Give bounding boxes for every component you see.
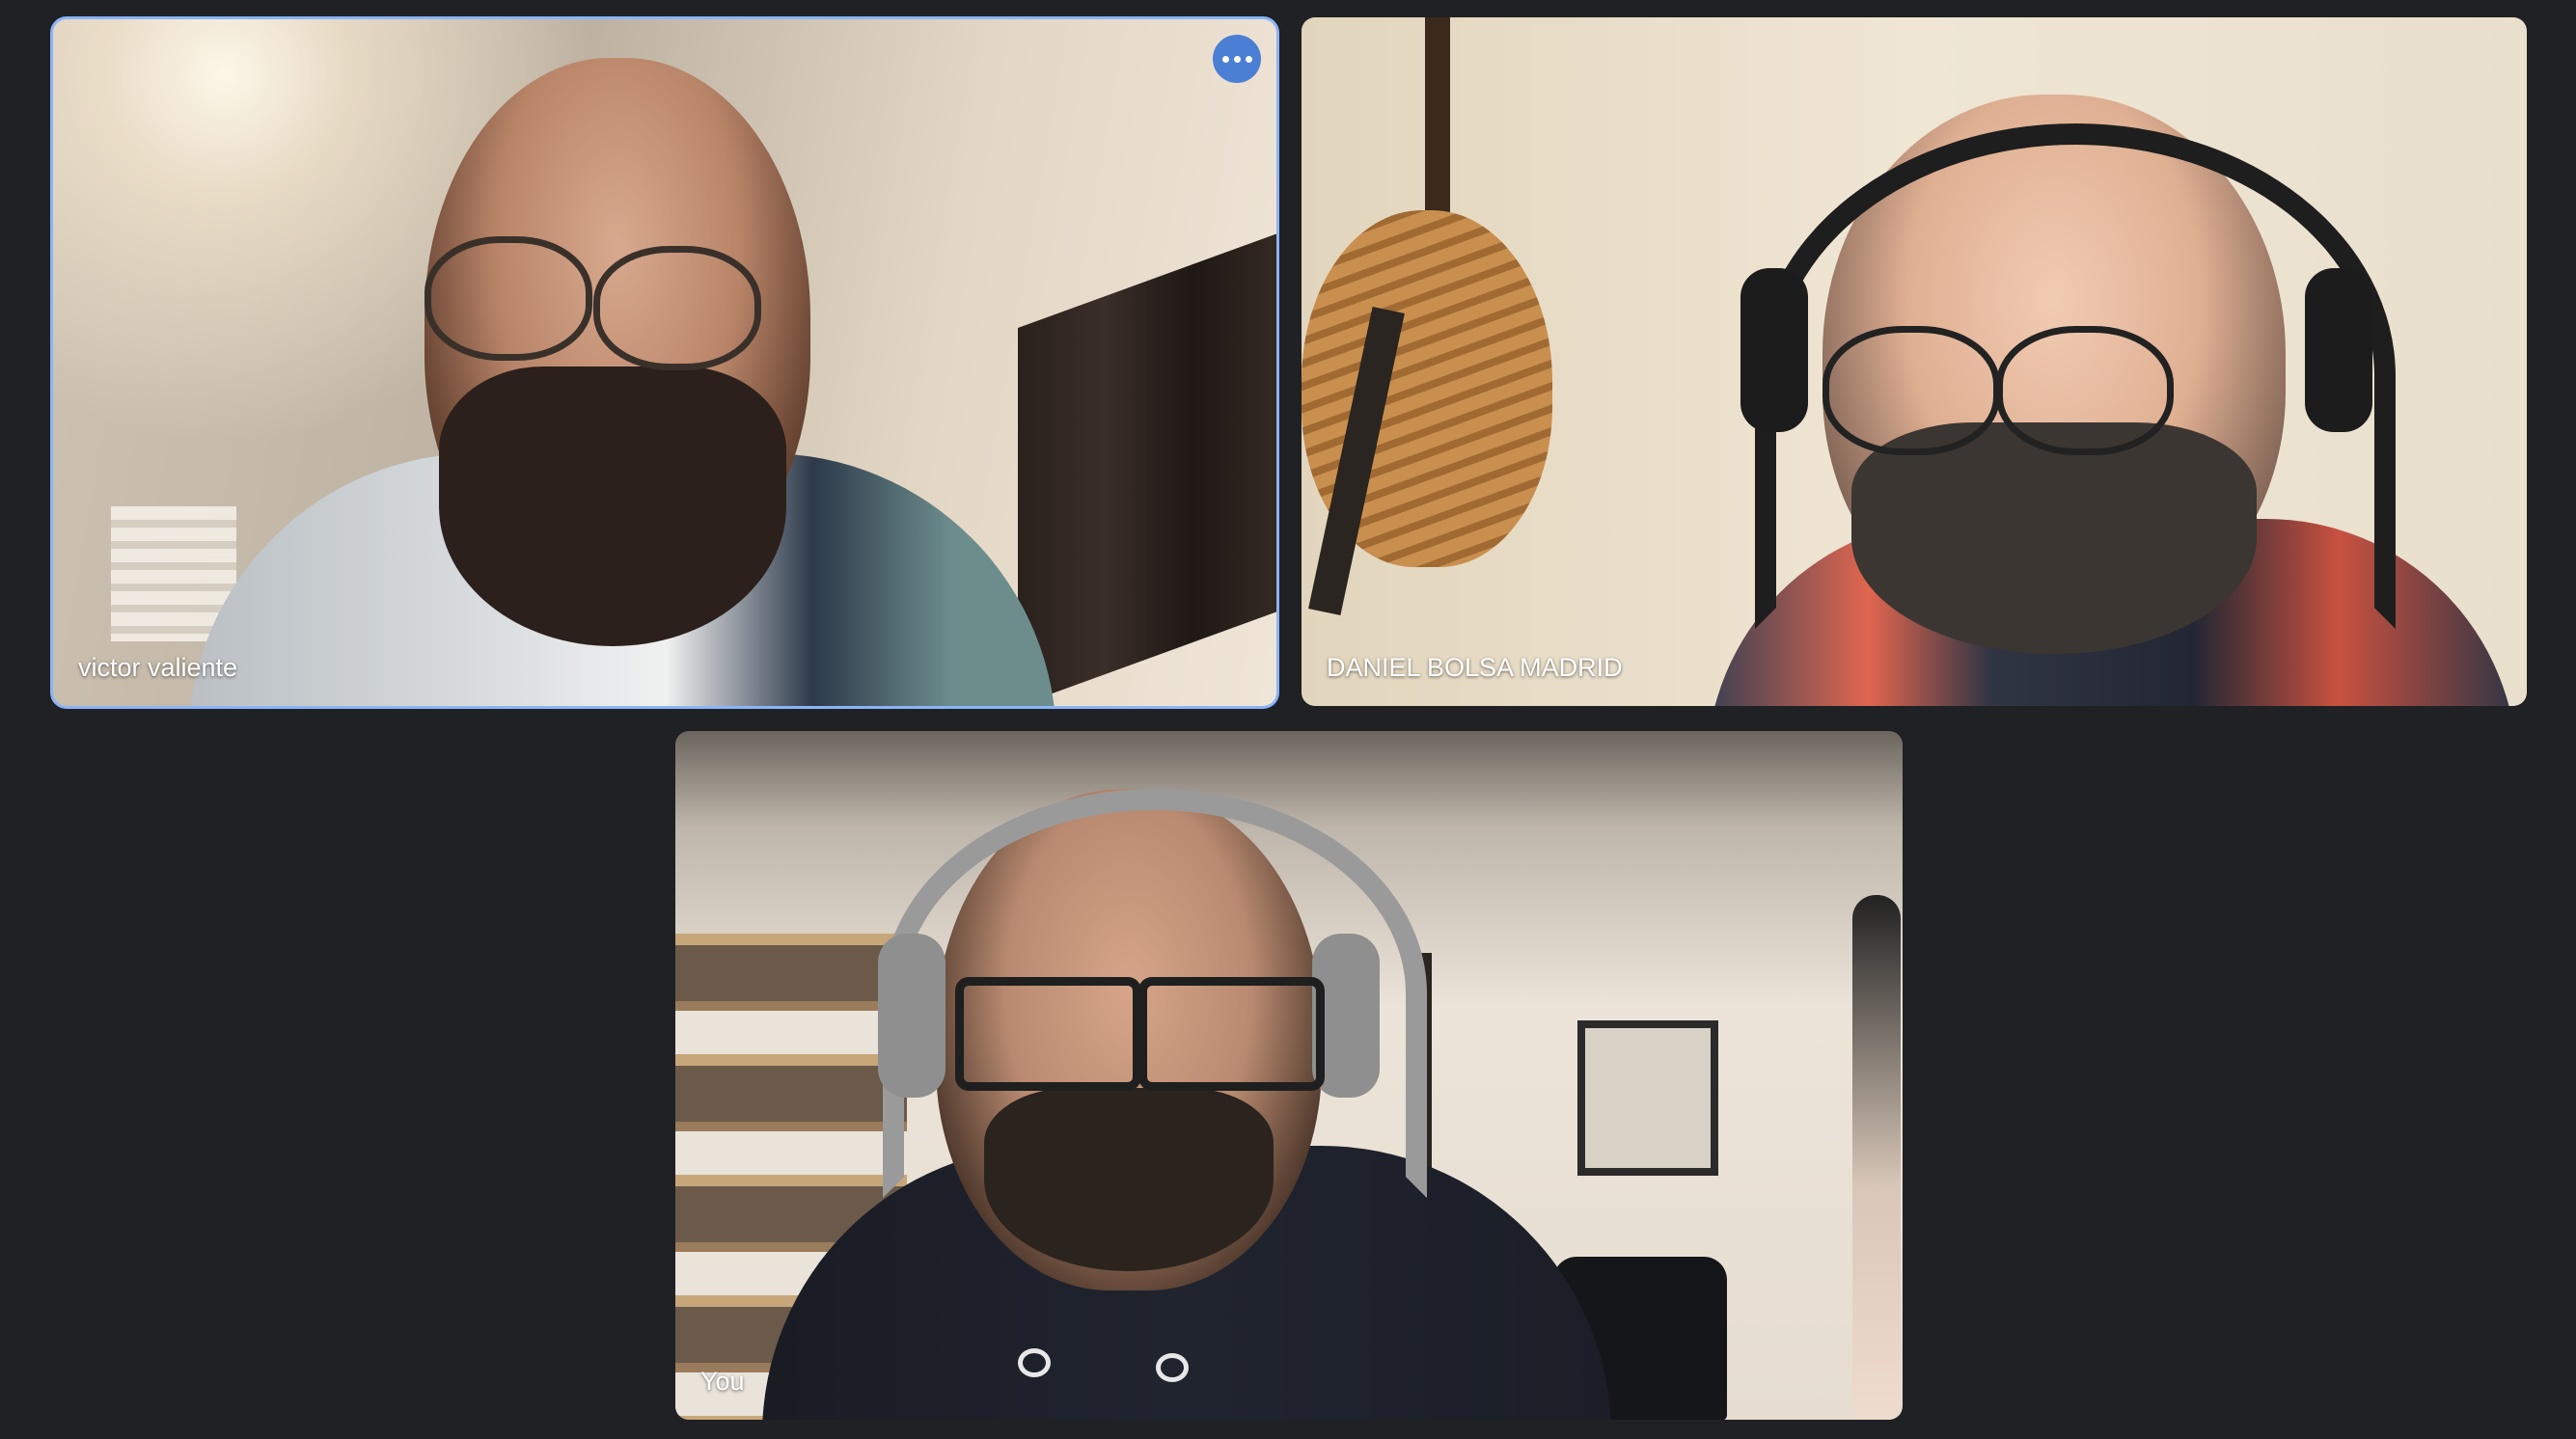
- participant-name: victor valiente: [78, 653, 238, 682]
- hoodie-eyelet: [1156, 1353, 1189, 1382]
- more-horiz-icon: [1221, 55, 1229, 63]
- guitar: [1852, 895, 1901, 1420]
- glasses: [955, 977, 1141, 1091]
- glasses: [425, 236, 592, 361]
- headphones: [1740, 268, 1808, 432]
- hoodie-eyelet: [1018, 1348, 1051, 1377]
- glasses: [593, 246, 761, 370]
- participant-tile-you[interactable]: You: [675, 731, 1903, 1420]
- headphones: [2305, 268, 2372, 432]
- headphones: [878, 934, 945, 1098]
- video-grid: victor valiente DANIEL BOLSA MADRID You: [0, 0, 2576, 1439]
- person-beard: [439, 367, 786, 646]
- wall-picture: [1577, 1020, 1718, 1176]
- glasses: [1822, 326, 2000, 455]
- participant-tile-daniel-bolsa-madrid[interactable]: DANIEL BOLSA MADRID: [1302, 17, 2527, 706]
- participant-name: DANIEL BOLSA MADRID: [1327, 653, 1623, 682]
- more-options-button[interactable]: [1213, 35, 1261, 83]
- participant-name: You: [700, 1367, 745, 1396]
- glasses: [1996, 326, 2174, 455]
- glasses: [1138, 977, 1325, 1091]
- participant-tile-victor-valiente[interactable]: victor valiente: [50, 16, 1279, 709]
